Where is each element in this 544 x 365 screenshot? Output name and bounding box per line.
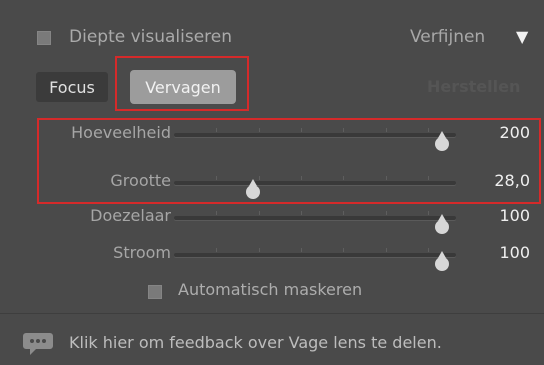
slider-value[interactable]: 100 bbox=[499, 206, 530, 225]
slider-tick bbox=[427, 211, 429, 215]
slider-tick bbox=[343, 211, 345, 215]
blur-panel: Diepte visualiseren Verfijnen ▼ Focus Ve… bbox=[0, 0, 544, 365]
slider-label: Stroom bbox=[113, 243, 171, 262]
panel-header: Diepte visualiseren Verfijnen ▼ bbox=[0, 14, 544, 54]
auto-mask-checkbox[interactable] bbox=[148, 285, 162, 299]
refine-toggle[interactable]: Verfijnen bbox=[410, 27, 485, 47]
divider bbox=[0, 313, 544, 314]
slider-thumb[interactable] bbox=[434, 214, 449, 234]
highlight-box-tab bbox=[115, 56, 249, 111]
slider-row: Doezelaar 100 bbox=[0, 203, 544, 234]
feedback-link[interactable]: Klik hier om feedback over Vage lens te … bbox=[69, 333, 442, 352]
reset-button[interactable]: Herstellen bbox=[427, 77, 520, 96]
depth-visualize-label: Diepte visualiseren bbox=[69, 27, 233, 47]
slider-tick bbox=[216, 211, 218, 215]
slider-value[interactable]: 100 bbox=[499, 243, 530, 262]
highlight-box-sliders bbox=[37, 118, 541, 204]
slider-tick bbox=[300, 211, 302, 215]
slider-tick bbox=[216, 248, 218, 252]
auto-mask-label[interactable]: Automatisch maskeren bbox=[178, 280, 362, 299]
slider-tick bbox=[258, 211, 260, 215]
slider-row: Stroom 100 bbox=[0, 240, 544, 271]
slider-track[interactable] bbox=[174, 248, 456, 271]
slider-tick bbox=[343, 248, 345, 252]
slider-thumb[interactable] bbox=[434, 251, 449, 271]
slider-tick bbox=[385, 211, 387, 215]
depth-visualize-checkbox[interactable] bbox=[37, 31, 51, 45]
slider-tick bbox=[385, 248, 387, 252]
slider-track[interactable] bbox=[174, 211, 456, 234]
tab-focus[interactable]: Focus bbox=[36, 72, 108, 102]
slider-tick bbox=[300, 248, 302, 252]
slider-tick bbox=[258, 248, 260, 252]
speech-bubble-icon[interactable] bbox=[22, 330, 58, 358]
slider-label: Doezelaar bbox=[90, 206, 171, 225]
slider-tick bbox=[427, 248, 429, 252]
chevron-down-icon[interactable]: ▼ bbox=[516, 27, 528, 46]
